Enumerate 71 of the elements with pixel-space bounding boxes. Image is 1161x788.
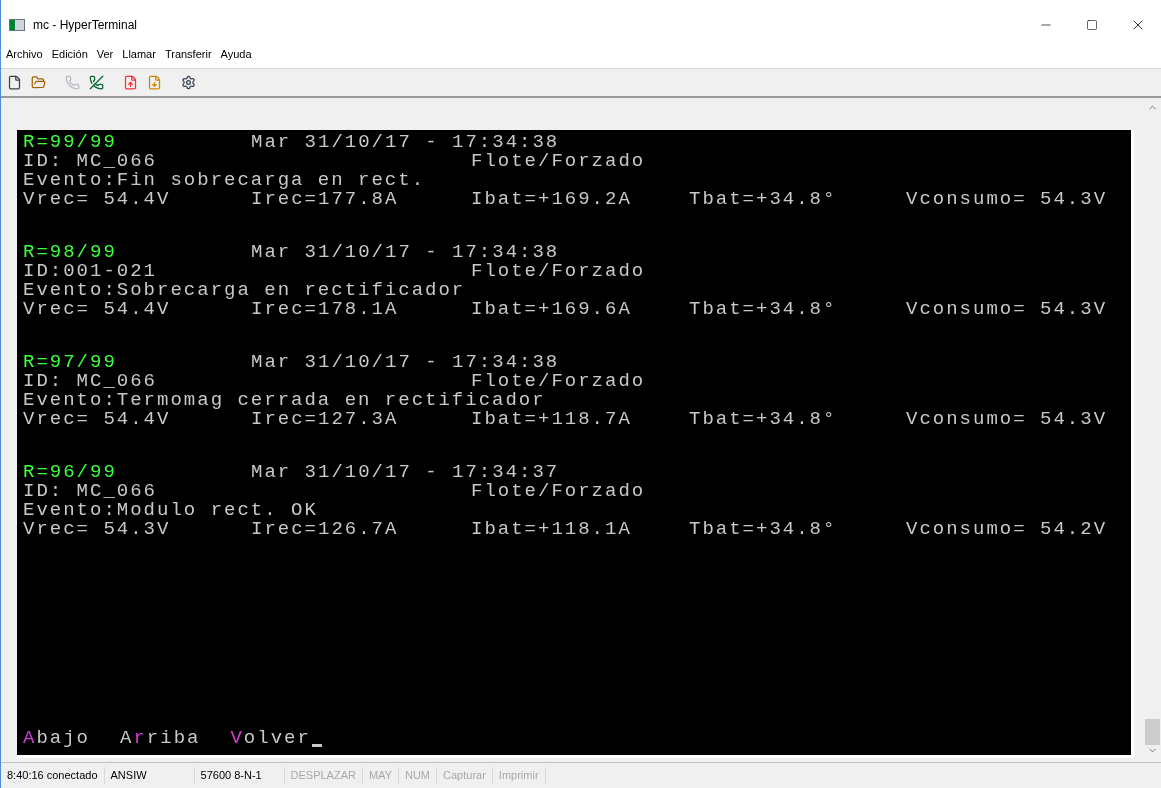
- menu-item[interactable]: Edición: [50, 45, 89, 63]
- record-datetime: Mar 31/10/17 - 17:34:38: [251, 353, 561, 372]
- vrec-reading: Vrec= 54.4V: [23, 300, 171, 319]
- tbat-reading: Tbat=+34.8°: [689, 300, 838, 319]
- toolbar-properties-button[interactable]: [179, 73, 197, 92]
- ibat-reading: Ibat=+118.1A: [471, 520, 633, 539]
- record-number: R=98/99: [23, 243, 118, 262]
- record-number: R=96/99: [23, 463, 118, 482]
- vconsumo-reading: Vconsumo= 54.3V: [906, 300, 1109, 319]
- menu-item[interactable]: Ayuda: [219, 45, 253, 63]
- irec-reading: Irec=178.1A: [251, 300, 400, 319]
- vconsumo-reading: Vconsumo= 54.2V: [906, 520, 1109, 539]
- record-datetime: Mar 31/10/17 - 17:34:38: [251, 133, 561, 152]
- ibat-reading: Ibat=+169.6A: [471, 300, 633, 319]
- maximize-icon: [1086, 19, 1098, 31]
- toolbar-phone-off-button[interactable]: [87, 73, 105, 92]
- menu-item[interactable]: Archivo: [5, 45, 44, 63]
- status-field: 8:40:16 conectado: [1, 767, 105, 784]
- ibat-reading: Ibat=+169.2A: [471, 190, 633, 209]
- file-upload-icon: [122, 75, 138, 90]
- window-title: mc - HyperTerminal: [33, 17, 137, 34]
- vrec-reading: Vrec= 54.4V: [23, 190, 172, 209]
- record-number: R=97/99: [23, 353, 118, 372]
- ibat-reading: Ibat=+118.7A: [471, 410, 633, 429]
- record-datetime: Mar 31/10/17 - 17:34:37: [251, 463, 561, 482]
- vrec-reading: Vrec= 54.3V: [23, 520, 172, 539]
- status-field: DESPLAZAR: [284, 767, 363, 784]
- irec-reading: Irec=127.3A: [251, 410, 400, 429]
- open-folder-icon: [30, 75, 46, 90]
- file-download-icon: [146, 75, 162, 90]
- phone-off-icon: [88, 75, 104, 90]
- record-id: ID: MC_066: [23, 482, 159, 501]
- scrollbar-thumb[interactable]: [1145, 719, 1160, 745]
- status-field: Imprimir: [492, 767, 546, 784]
- record-mode: Flote/Forzado: [471, 152, 647, 171]
- command-option[interactable]: A r riba: [120, 729, 201, 748]
- record-mode: Flote/Forzado: [471, 482, 647, 501]
- record-id: ID:001-021: [23, 262, 159, 281]
- tbat-reading: Tbat=+34.8°: [689, 520, 838, 539]
- status-field: Capturar: [437, 767, 493, 784]
- record-mode: Flote/Forzado: [471, 262, 647, 281]
- vrec-reading: Vrec= 54.4V: [23, 410, 171, 429]
- record-id: ID: MC_066: [23, 372, 159, 391]
- text-cursor: [311, 744, 322, 747]
- record-event: Evento:Sobrecarga en rectificador: [23, 281, 466, 300]
- app-icon: [9, 19, 25, 31]
- status-field: 57600 8-N-1: [194, 767, 285, 784]
- menu-item[interactable]: Ver: [95, 45, 115, 63]
- command-option[interactable]: Abajo: [23, 729, 90, 748]
- menu-item[interactable]: Llamar: [121, 45, 157, 63]
- record-event: Evento:Termomag cerrada en rectificador: [23, 391, 546, 410]
- status-field: NUM: [399, 767, 438, 784]
- vconsumo-reading: Vconsumo= 54.3V: [906, 410, 1109, 429]
- status-field: ANSIW: [104, 767, 195, 784]
- record-event: Evento:Fin sobrecarga en rect.: [23, 171, 426, 190]
- vconsumo-reading: Vconsumo= 54.3V: [906, 190, 1109, 209]
- irec-reading: Irec=126.7A: [251, 520, 400, 539]
- irec-reading: Irec=177.8A: [251, 190, 400, 209]
- status-field: MAY: [362, 767, 399, 784]
- tbat-reading: Tbat=+34.8°: [689, 410, 838, 429]
- properties-icon: [180, 75, 196, 90]
- new-file-icon: [6, 75, 22, 90]
- record-number: R=99/99: [23, 133, 118, 152]
- tbat-reading: Tbat=+34.8°: [689, 190, 838, 209]
- menu-item[interactable]: Transferir: [163, 45, 213, 63]
- phone-icon: [64, 75, 80, 90]
- record-datetime: Mar 31/10/17 - 17:34:38: [251, 243, 561, 262]
- record-mode: Flote/Forzado: [471, 372, 647, 391]
- record-event: Evento:Modulo rect. OK: [23, 501, 318, 520]
- command-option[interactable]: Volver: [230, 729, 322, 748]
- record-id: ID: MC_066: [23, 152, 159, 171]
